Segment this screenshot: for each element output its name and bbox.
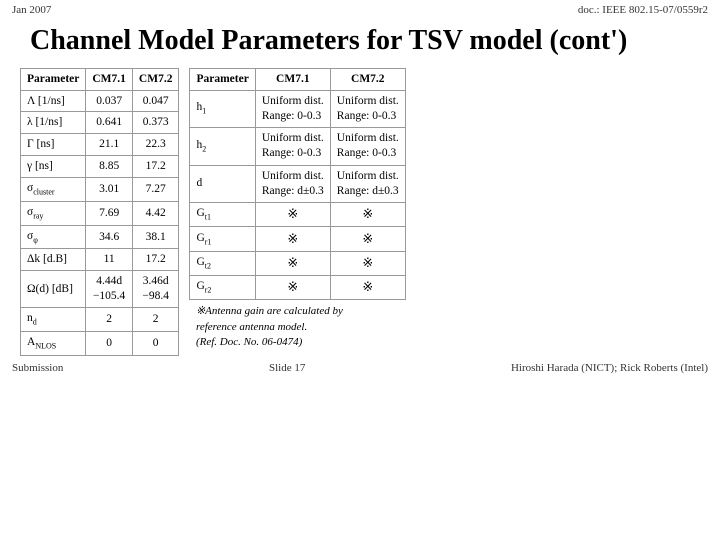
param-h2: h2 — [190, 128, 255, 166]
param-sigma-phi: σφ — [21, 225, 86, 249]
param-omega: Ω(d) [dB] — [21, 271, 86, 308]
left-col-cm72: CM7.2 — [132, 68, 179, 90]
right-col-cm72: CM7.2 — [330, 68, 405, 90]
table-row: Δk [d.B] 11 17.2 — [21, 249, 179, 271]
table-row: σφ 34.6 38.1 — [21, 225, 179, 249]
right-table: Parameter CM7.1 CM7.2 h1 Uniform dist.Ra… — [189, 68, 405, 356]
param-sigma-ray: σray — [21, 201, 86, 225]
header-right: doc.: IEEE 802.15-07/0559r2 — [578, 4, 708, 16]
footer-center: Slide 17 — [269, 362, 305, 374]
param-sigma-cluster: σcluster — [21, 178, 86, 202]
param-gt2: Gt2 — [190, 251, 255, 275]
param-gamma-big: Γ [ns] — [21, 134, 86, 156]
param-h1: h1 — [190, 90, 255, 128]
param-lambda-small: λ [1/ns] — [21, 112, 86, 134]
footnote-row: ※Antenna gain are calculated byreference… — [190, 300, 405, 356]
footer-bar: Submission Slide 17 Hiroshi Harada (NICT… — [0, 356, 720, 374]
footer-right: Hiroshi Harada (NICT); Rick Roberts (Int… — [511, 362, 708, 374]
table-row: λ [1/ns] 0.641 0.373 — [21, 112, 179, 134]
header-left: Jan 2007 — [12, 4, 51, 16]
table-row: Gr2 ※ ※ — [190, 276, 405, 300]
table-row: Gt1 ※ ※ — [190, 203, 405, 227]
param-gr2: Gr2 — [190, 276, 255, 300]
param-delta-k: Δk [d.B] — [21, 249, 86, 271]
param-d: d — [190, 165, 255, 203]
param-anlos: ANLOS — [21, 331, 86, 355]
param-gamma-small: γ [ns] — [21, 156, 86, 178]
left-col-cm71: CM7.1 — [86, 68, 133, 90]
table-row: ANLOS 0 0 — [21, 331, 179, 355]
table-row: σray 7.69 4.42 — [21, 201, 179, 225]
table-row: Λ [1/ns] 0.037 0.047 — [21, 90, 179, 112]
table-row: Γ [ns] 21.1 22.3 — [21, 134, 179, 156]
param-lambda-big: Λ [1/ns] — [21, 90, 86, 112]
table-row: γ [ns] 8.85 17.2 — [21, 156, 179, 178]
table-row: nd 2 2 — [21, 308, 179, 332]
footer-left: Submission — [12, 362, 63, 374]
table-row: Ω(d) [dB] 4.44d−105.4 3.46d−98.4 — [21, 271, 179, 308]
table-row: Gt2 ※ ※ — [190, 251, 405, 275]
tables-container: Parameter CM7.1 CM7.2 Λ [1/ns] 0.037 0.0… — [0, 68, 720, 356]
right-col-cm71: CM7.1 — [255, 68, 330, 90]
table-row: h2 Uniform dist.Range: 0-0.3 Uniform dis… — [190, 128, 405, 166]
table-row: σcluster 3.01 7.27 — [21, 178, 179, 202]
table-row: h1 Uniform dist.Range: 0-0.3 Uniform dis… — [190, 90, 405, 128]
param-nd: nd — [21, 308, 86, 332]
page-title: Channel Model Parameters for TSV model (… — [0, 20, 720, 68]
table-row: Gr1 ※ ※ — [190, 227, 405, 251]
left-col-param: Parameter — [21, 68, 86, 90]
right-col-param: Parameter — [190, 68, 255, 90]
left-table: Parameter CM7.1 CM7.2 Λ [1/ns] 0.037 0.0… — [20, 68, 179, 356]
param-gt1: Gt1 — [190, 203, 255, 227]
table-row: d Uniform dist.Range: d±0.3 Uniform dist… — [190, 165, 405, 203]
param-gr1: Gr1 — [190, 227, 255, 251]
footnote: ※Antenna gain are calculated byreference… — [190, 300, 405, 356]
